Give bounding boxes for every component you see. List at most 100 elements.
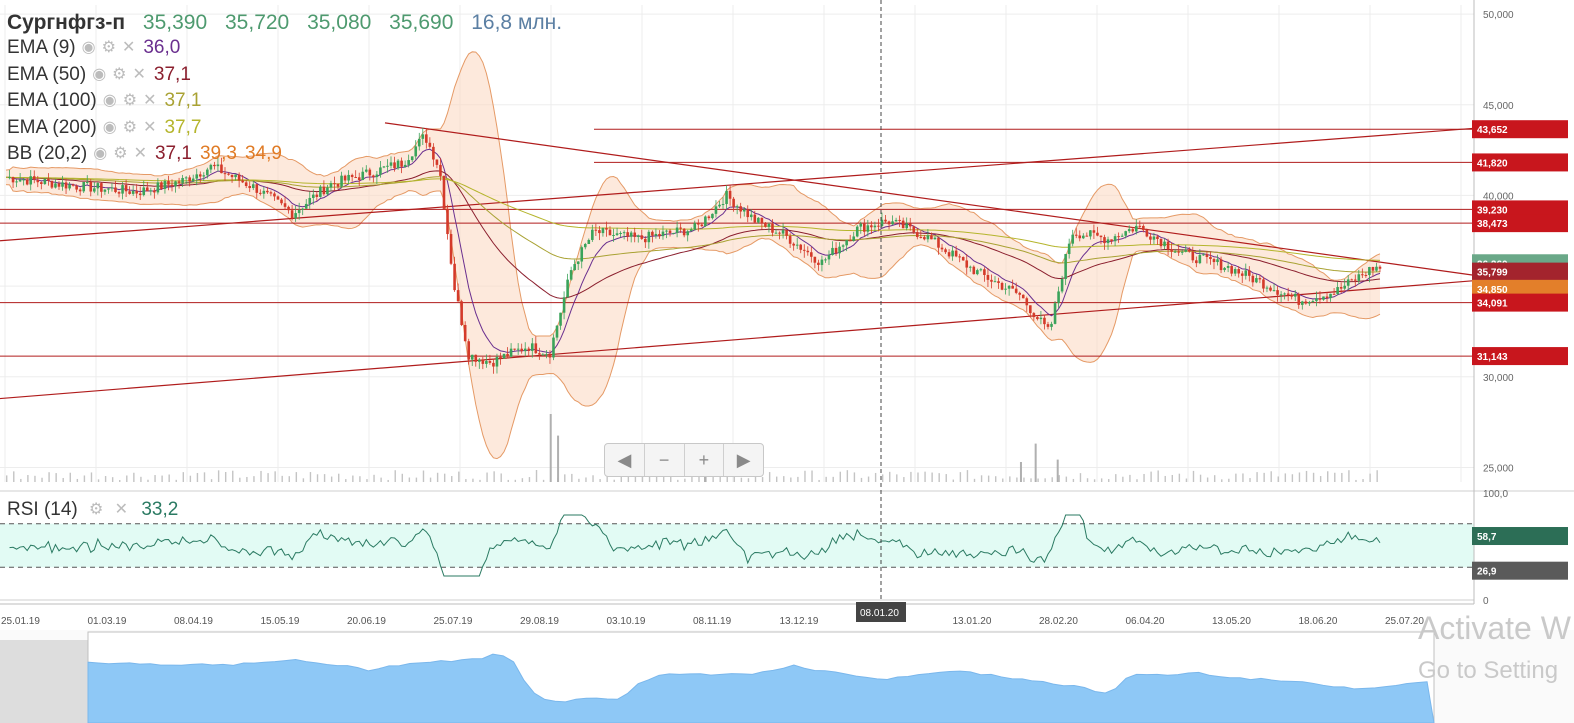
zoom-out-button[interactable]: − [645, 444, 685, 476]
volume-bar [896, 474, 898, 482]
candle-body [361, 171, 365, 181]
volume-bar [987, 475, 990, 482]
candle-body [1064, 254, 1067, 280]
candle-body [347, 174, 350, 181]
zoom-in-button[interactable]: + [685, 444, 725, 476]
volume-bar [415, 477, 418, 482]
close-icon[interactable]: ✕ [143, 117, 156, 139]
close-icon[interactable]: ✕ [133, 64, 146, 86]
candle-body [644, 238, 647, 243]
candle-body [877, 225, 880, 227]
candle-body [460, 301, 463, 325]
candle-body [499, 356, 502, 359]
candle-body [1339, 287, 1343, 289]
gear-icon[interactable]: ⚙ [113, 143, 127, 165]
candle-body [1325, 296, 1329, 299]
rsi-name: RSI (14) [7, 499, 78, 520]
candle-body [968, 266, 972, 268]
candle-body [61, 182, 64, 187]
volume-bar [677, 479, 679, 482]
volume-bar [168, 474, 170, 482]
candle-body [449, 234, 453, 264]
candle-body [421, 134, 425, 139]
gear-icon[interactable]: ⚙ [123, 117, 137, 139]
candle-body [622, 232, 626, 234]
ticker-legend: Сургнфгз-п 35,390 35,720 35,080 35,690 1… [7, 12, 562, 34]
close-icon[interactable]: ✕ [134, 143, 147, 165]
candle-body [831, 247, 834, 256]
gear-icon[interactable]: ⚙ [123, 90, 137, 112]
candle-body [248, 185, 252, 189]
candle-body [1032, 313, 1036, 318]
candle-body [1255, 278, 1258, 283]
volume-bar [860, 477, 863, 482]
scroll-left-button[interactable]: ◀ [605, 444, 645, 476]
eye-icon[interactable]: ◉ [103, 90, 117, 112]
candle-body [1361, 274, 1364, 276]
candle-body [474, 354, 478, 362]
candle-body [633, 232, 637, 237]
candle-body [1014, 288, 1018, 293]
candle-body [714, 206, 718, 214]
candle-body [986, 274, 990, 280]
volume-bar [182, 472, 185, 482]
close-icon[interactable]: ✕ [143, 90, 156, 112]
volume-bar [648, 476, 651, 482]
close-icon[interactable]: ✕ [115, 499, 128, 521]
volume-bar [980, 475, 983, 482]
candle-body [693, 223, 697, 230]
candle-body [538, 353, 541, 355]
volume-bar [104, 476, 107, 482]
volume-bar [316, 474, 319, 482]
time-tick-label: 13.05.20 [1212, 616, 1251, 627]
candle-body [36, 179, 40, 183]
candle-body [552, 337, 555, 358]
volume-bar [874, 472, 877, 482]
volume-bar [521, 478, 524, 482]
volume-bar [1002, 478, 1004, 482]
price-label-text: 31,143 [1477, 352, 1508, 363]
candle-body [820, 259, 824, 265]
candle-body [50, 180, 54, 188]
candle-body [128, 191, 131, 194]
candle-body [467, 341, 471, 360]
candle-body [947, 252, 951, 257]
gear-icon[interactable]: ⚙ [89, 499, 103, 521]
volume-bar [500, 473, 502, 482]
candle-body [771, 223, 774, 233]
candle-body [364, 169, 368, 172]
volume-bar [309, 472, 312, 482]
eye-icon[interactable]: ◉ [103, 117, 117, 139]
ema-lines [5, 148, 1381, 354]
volume-bar [535, 470, 538, 482]
volume-bar [910, 471, 912, 482]
candle-body [340, 175, 343, 187]
candle-body [1103, 237, 1106, 244]
volume-bar [1305, 470, 1308, 482]
volume-bar [1235, 473, 1237, 482]
candle-body [463, 324, 467, 342]
candle-body [319, 186, 322, 197]
gear-icon[interactable]: ⚙ [112, 64, 126, 86]
candle-body [1336, 287, 1339, 295]
candle-body [29, 176, 33, 185]
navigator-panel[interactable] [0, 630, 1574, 723]
volume-bar [776, 476, 778, 482]
volume-bar [83, 475, 86, 482]
candle-body [407, 160, 410, 165]
chart-canvas[interactable]: 50,00045,00040,00035,00030,00025,00043,6… [0, 0, 1574, 723]
eye-icon[interactable]: ◉ [82, 37, 96, 59]
candle-body [470, 354, 474, 360]
volume-bar [1334, 472, 1336, 482]
close-icon[interactable]: ✕ [122, 37, 135, 59]
candle-body [686, 231, 690, 236]
gear-icon[interactable]: ⚙ [102, 37, 116, 59]
eye-icon[interactable]: ◉ [92, 64, 106, 86]
candle-body [425, 134, 428, 143]
candle-body [1297, 293, 1301, 305]
eye-icon[interactable]: ◉ [93, 143, 107, 165]
candle-body [18, 179, 22, 182]
scroll-right-button[interactable]: ▶ [724, 444, 763, 476]
candle-body [1060, 279, 1064, 292]
candle-body [103, 189, 107, 192]
